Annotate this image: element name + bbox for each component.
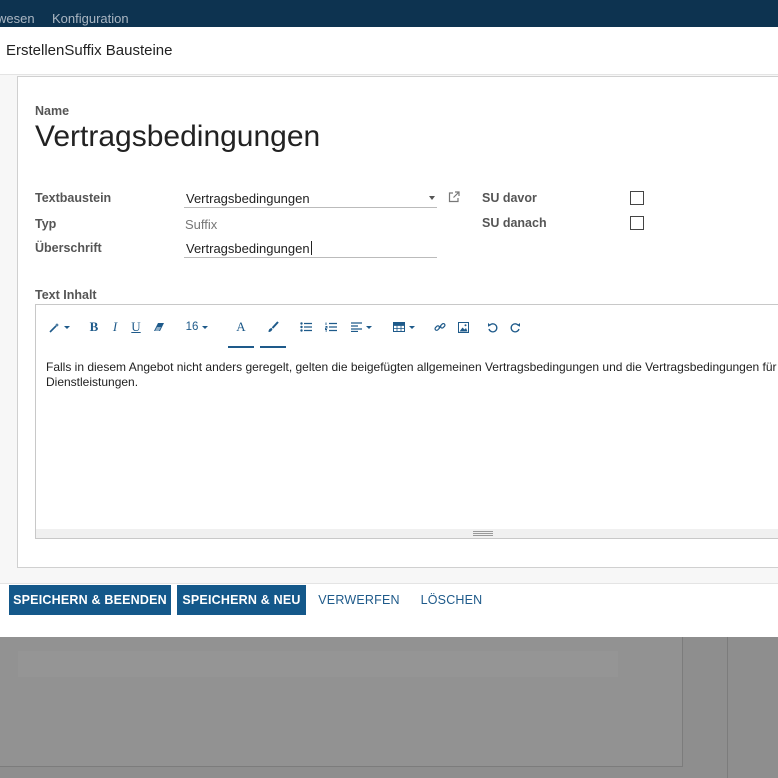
form-sheet: Name Vertragsbedingungen Textbaustein Ve…: [17, 76, 778, 568]
background-divider: [727, 637, 728, 778]
save-close-button[interactable]: SPEICHERN & BEENDEN: [9, 585, 171, 615]
textbaustein-label: Textbaustein: [35, 191, 112, 205]
rich-text-editor: B I U 16 A Falls in diesem Angebot nicht…: [35, 304, 778, 539]
editor-content[interactable]: Falls in diesem Angebot nicht anders ger…: [46, 360, 778, 390]
undo-icon[interactable]: [485, 316, 499, 338]
editor-resize-handle[interactable]: [36, 529, 778, 538]
discard-button[interactable]: VERWERFEN: [312, 585, 406, 615]
su-danach-label: SU danach: [482, 216, 547, 230]
name-value[interactable]: Vertragsbedingungen: [35, 120, 320, 154]
save-new-button[interactable]: SPEICHERN & NEU: [177, 585, 306, 615]
name-label: Name: [35, 104, 70, 118]
menu-item-wesen[interactable]: wesen: [0, 11, 35, 26]
ueberschrift-input[interactable]: Vertragsbedingungen: [184, 238, 437, 258]
link-icon[interactable]: [433, 316, 447, 338]
redo-icon[interactable]: [508, 316, 522, 338]
ueberschrift-value: Vertragsbedingungen: [186, 241, 310, 256]
external-link-icon[interactable]: [447, 190, 461, 204]
grip-icon: [473, 531, 493, 536]
font-color-indicator: [228, 346, 254, 348]
editor-toolbar: B I U 16 A: [36, 305, 778, 349]
font-size-dropdown[interactable]: 16: [182, 316, 212, 338]
delete-button[interactable]: LÖSCHEN: [413, 585, 490, 615]
dialog-title: ErstellenSuffix Bausteine: [6, 42, 173, 59]
bold-icon[interactable]: B: [87, 316, 101, 338]
dialog-footer: SPEICHERN & BEENDEN SPEICHERN & NEU VERW…: [0, 584, 778, 637]
dialog-body: Name Vertragsbedingungen Textbaustein Ve…: [0, 74, 778, 584]
chevron-down-icon[interactable]: [429, 196, 435, 200]
editor-text-line-1: Falls in diesem Angebot nicht anders ger…: [46, 360, 777, 374]
align-icon[interactable]: [348, 316, 374, 338]
background-strip: [18, 651, 618, 677]
ordered-list-icon[interactable]: [324, 316, 338, 338]
dialog: ErstellenSuffix Bausteine Name Vertragsb…: [0, 27, 778, 637]
menu-item-konfiguration[interactable]: Konfiguration: [52, 11, 129, 26]
highlight-color-indicator: [260, 346, 286, 348]
su-davor-label: SU davor: [482, 191, 537, 205]
text-inhalt-label: Text Inhalt: [35, 288, 97, 302]
textbaustein-value: Vertragsbedingungen: [186, 191, 310, 206]
eraser-icon[interactable]: [152, 316, 166, 338]
underline-icon[interactable]: U: [129, 316, 143, 338]
textbaustein-select[interactable]: Vertragsbedingungen: [184, 188, 437, 208]
background-panel: [0, 637, 683, 767]
typ-value: Suffix: [185, 217, 218, 232]
paint-brush-icon[interactable]: [260, 316, 286, 338]
table-icon[interactable]: [391, 316, 417, 338]
unordered-list-icon[interactable]: [299, 316, 313, 338]
modal-backdrop: [0, 637, 778, 778]
magic-wand-icon[interactable]: [46, 316, 72, 338]
su-davor-checkbox[interactable]: [630, 191, 644, 205]
italic-icon[interactable]: I: [109, 316, 121, 338]
typ-label: Typ: [35, 217, 57, 231]
font-size-value: 16: [185, 321, 199, 333]
editor-text-line-2: Dienstleistungen.: [46, 375, 139, 389]
image-icon[interactable]: [456, 316, 470, 338]
ueberschrift-label: Überschrift: [35, 241, 102, 255]
font-color-icon[interactable]: A: [228, 316, 254, 338]
su-danach-checkbox[interactable]: [630, 216, 644, 230]
text-cursor: [310, 241, 312, 255]
top-navbar: wesen Konfiguration: [0, 0, 778, 27]
